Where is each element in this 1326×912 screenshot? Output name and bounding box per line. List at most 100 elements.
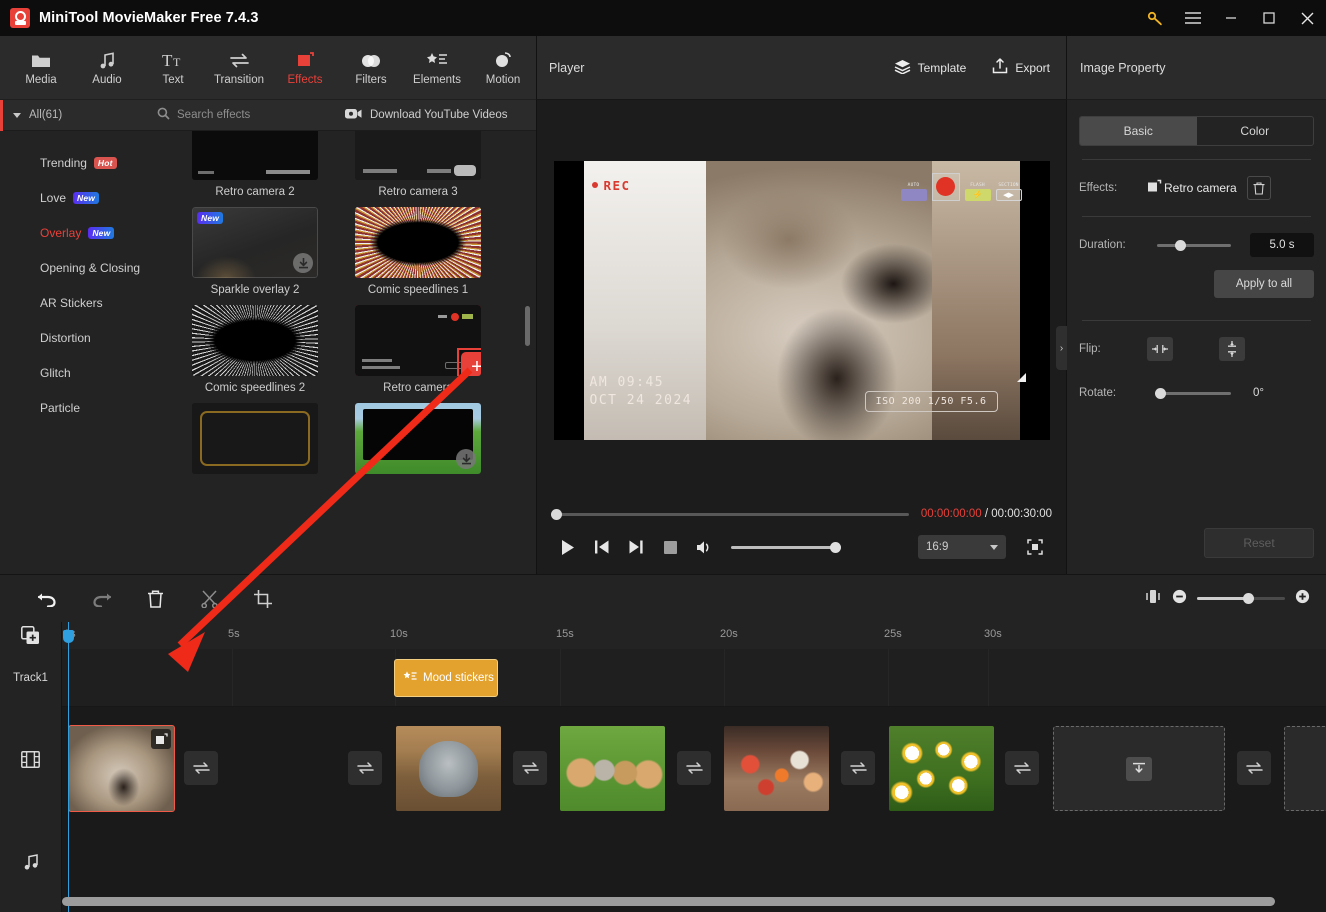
undo-button[interactable] xyxy=(20,584,74,614)
playhead-handle[interactable] xyxy=(63,630,74,643)
effect-thumbnail[interactable] xyxy=(355,207,481,278)
effect-card[interactable] xyxy=(192,403,318,480)
duration-slider[interactable] xyxy=(1157,239,1231,251)
maximize-icon[interactable] xyxy=(1250,0,1288,36)
category-glitch[interactable]: Glitch xyxy=(0,355,148,390)
rotate-handle[interactable] xyxy=(1155,387,1166,399)
ribbon-item-text[interactable]: TT Text xyxy=(140,37,206,99)
track1-row[interactable]: Mood stickers xyxy=(62,649,1326,707)
transition-slot[interactable] xyxy=(1005,751,1039,785)
playhead[interactable] xyxy=(63,622,74,912)
effect-card[interactable]: Comic speedlines 2 xyxy=(192,305,318,394)
sticker-clip[interactable]: Mood stickers xyxy=(394,659,498,697)
ribbon-item-transition[interactable]: Transition xyxy=(206,37,272,99)
ribbon-item-elements[interactable]: Elements xyxy=(404,37,470,99)
all-effects-dropdown[interactable]: All(61) xyxy=(0,109,145,121)
transition-slot[interactable] xyxy=(677,751,711,785)
category-distortion[interactable]: Distortion xyxy=(0,320,148,355)
transition-slot[interactable] xyxy=(348,751,382,785)
transition-slot[interactable] xyxy=(1237,751,1271,785)
template-button[interactable]: Template xyxy=(894,59,966,77)
category-trending[interactable]: Trending Hot xyxy=(0,145,148,180)
video-clip[interactable] xyxy=(560,726,665,811)
aspect-ratio-select[interactable]: 16:9 xyxy=(918,535,1006,559)
download-youtube-button[interactable]: Download YouTube Videos xyxy=(345,107,507,123)
duration-handle[interactable] xyxy=(1175,239,1186,251)
volume-button[interactable] xyxy=(687,534,721,560)
video-clip[interactable] xyxy=(724,726,829,811)
timeline-area[interactable]: 0s 5s 10s 15s 20s 25s 30s xyxy=(62,622,1326,912)
video-clip[interactable] xyxy=(396,726,501,811)
import-dropzone[interactable] xyxy=(1053,726,1225,811)
effect-card[interactable]: Comic speedlines 1 xyxy=(355,207,481,296)
effect-thumbnail[interactable] xyxy=(192,131,318,180)
ribbon-item-filters[interactable]: Filters xyxy=(338,37,404,99)
import-dropzone[interactable] xyxy=(1284,726,1326,811)
zoom-in-icon[interactable] xyxy=(1295,589,1310,609)
category-particle[interactable]: Particle xyxy=(0,390,148,425)
flip-vertical-button[interactable] xyxy=(1219,337,1245,361)
collapse-panel-button[interactable]: › xyxy=(1056,326,1067,370)
zoom-out-icon[interactable] xyxy=(1172,589,1187,609)
category-opening-closing[interactable]: Opening & Closing xyxy=(0,250,148,285)
next-button[interactable] xyxy=(619,534,653,560)
flip-horizontal-button[interactable] xyxy=(1147,337,1173,361)
search-effects-input[interactable]: Search effects xyxy=(145,107,345,123)
effect-thumbnail[interactable] xyxy=(355,131,481,180)
effect-thumbnail[interactable]: New xyxy=(192,207,318,278)
tab-basic[interactable]: Basic xyxy=(1080,117,1197,145)
effect-card[interactable]: New Sparkle overlay 2 xyxy=(192,207,318,296)
effects-scrollbar[interactable] xyxy=(525,306,530,346)
tab-color[interactable]: Color xyxy=(1197,117,1314,145)
crop-button[interactable] xyxy=(236,584,290,614)
effect-thumbnail[interactable] xyxy=(355,403,481,474)
apply-to-all-button[interactable]: Apply to all xyxy=(1214,270,1314,298)
volume-handle[interactable] xyxy=(830,541,841,553)
minimize-icon[interactable] xyxy=(1212,0,1250,36)
video-clip[interactable] xyxy=(889,726,994,811)
delete-effect-button[interactable] xyxy=(1246,176,1271,200)
rotate-slider[interactable] xyxy=(1155,387,1231,399)
volume-slider[interactable] xyxy=(731,541,841,553)
key-icon[interactable] xyxy=(1136,0,1174,36)
preview-canvas[interactable]: REC AUTO FLASH ⚡ SECTION ◀▶ AM 09:45 OCT… xyxy=(553,160,1050,440)
delete-button[interactable] xyxy=(128,584,182,614)
category-love[interactable]: Love New xyxy=(0,180,148,215)
add-track-button[interactable] xyxy=(0,622,61,649)
effect-card[interactable]: Retro camera 2 xyxy=(192,131,318,198)
redo-button[interactable] xyxy=(74,584,128,614)
play-button[interactable] xyxy=(551,534,585,560)
duration-value[interactable]: 5.0 s xyxy=(1250,233,1314,257)
fit-to-screen-icon[interactable] xyxy=(1144,589,1162,609)
timeline-horizontal-scrollbar[interactable] xyxy=(62,897,1276,906)
video-track-row[interactable] xyxy=(62,707,1326,817)
video-clip[interactable] xyxy=(68,725,175,812)
prev-button[interactable] xyxy=(585,534,619,560)
stop-button[interactable] xyxy=(653,534,687,560)
effect-thumbnail[interactable]: + xyxy=(355,305,481,376)
transition-slot[interactable] xyxy=(184,751,218,785)
category-ar-stickers[interactable]: AR Stickers xyxy=(0,285,148,320)
transition-slot[interactable] xyxy=(841,751,875,785)
effect-thumbnail[interactable] xyxy=(192,403,318,474)
add-effect-button[interactable]: + xyxy=(461,352,481,376)
timeline-ruler[interactable]: 0s 5s 10s 15s 20s 25s 30s xyxy=(62,622,1326,649)
timeline-zoom-slider[interactable] xyxy=(1197,593,1285,604)
ribbon-item-audio[interactable]: Audio xyxy=(74,37,140,99)
download-icon[interactable] xyxy=(456,449,476,469)
download-icon[interactable] xyxy=(293,253,313,273)
seek-handle[interactable] xyxy=(551,508,562,520)
effect-thumbnail[interactable] xyxy=(192,305,318,376)
split-button[interactable] xyxy=(182,584,236,614)
effect-card[interactable] xyxy=(355,403,481,480)
close-icon[interactable] xyxy=(1288,0,1326,36)
video-clip[interactable] xyxy=(232,726,337,811)
ribbon-item-effects[interactable]: Effects xyxy=(272,37,338,99)
zoom-handle[interactable] xyxy=(1243,593,1254,604)
effect-card[interactable]: Retro camera 3 xyxy=(355,131,481,198)
fullscreen-button[interactable] xyxy=(1018,534,1052,560)
effect-card-selected[interactable]: + Retro camera xyxy=(355,305,481,394)
menu-icon[interactable] xyxy=(1174,0,1212,36)
category-overlay[interactable]: Overlay New xyxy=(0,215,148,250)
reset-button[interactable]: Reset xyxy=(1204,528,1314,558)
